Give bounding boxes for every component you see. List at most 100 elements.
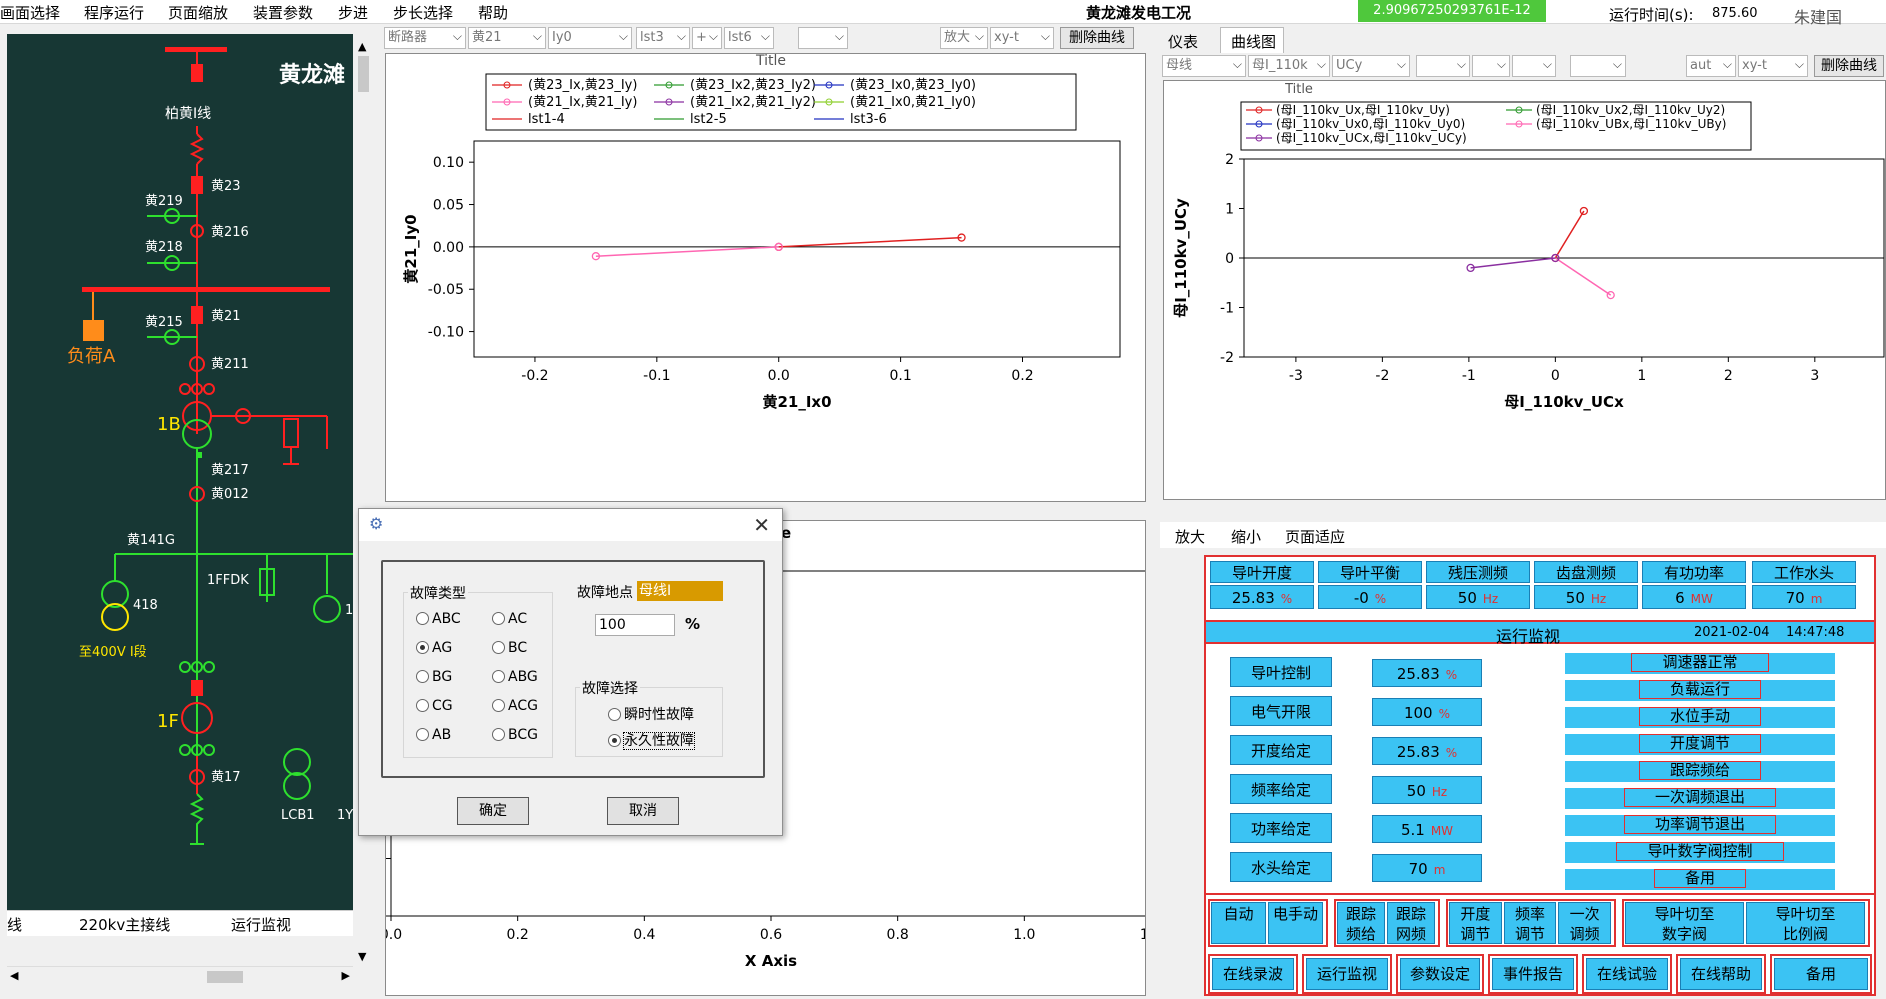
horizontal-scrollbar[interactable]: ◀ ▶ [7, 966, 353, 986]
control-0[interactable]: 导叶控制 [1230, 657, 1332, 687]
cancel-button[interactable]: 取消 [607, 797, 679, 825]
menu-step[interactable]: 步进 [338, 2, 368, 23]
tab-monitor[interactable]: 运行监视 [231, 914, 291, 935]
radio-choice-0[interactable]: 瞬时性故障 [608, 704, 694, 724]
radio-ac[interactable]: AC [492, 611, 527, 627]
radio-choice-1[interactable]: 永久性故障 [608, 730, 695, 750]
radio-circle-icon[interactable] [416, 670, 429, 683]
bottom-button-5[interactable]: 在线帮助 [1680, 958, 1762, 990]
chart1-zoom-combo[interactable]: 放大 [940, 27, 988, 49]
tab-220kv[interactable]: 220kv主接线 [79, 914, 170, 935]
radio-circle-icon[interactable] [492, 612, 505, 625]
chart1-signal-combo[interactable]: Iy0 [548, 27, 632, 49]
mode-button-8[interactable]: 导叶切至 比例阀 [1746, 902, 1865, 944]
radio-cg[interactable]: CG [416, 698, 453, 714]
bottom-button-6[interactable]: 备用 [1774, 958, 1868, 990]
fault-percent-input[interactable] [595, 614, 675, 636]
mode-button-0[interactable]: 自动 [1211, 902, 1266, 944]
radio-circle-icon[interactable] [416, 612, 429, 625]
mode-button-7[interactable]: 导叶切至 数字阀 [1625, 902, 1744, 944]
bottom-button-1[interactable]: 运行监视 [1306, 958, 1388, 990]
fit-page-button[interactable]: 页面适应 [1285, 526, 1345, 547]
radio-circle-icon[interactable] [492, 641, 505, 654]
radio-circle-icon[interactable] [492, 728, 505, 741]
radio-circle-icon[interactable] [608, 734, 621, 747]
bottom-button-3[interactable]: 事件报告 [1492, 958, 1574, 990]
radio-bc[interactable]: BC [492, 640, 527, 656]
breaker-top[interactable] [191, 64, 203, 82]
chart1-mode-combo[interactable]: xy-t [990, 27, 1054, 49]
control-5[interactable]: 水头给定 [1230, 852, 1332, 882]
control-value-1[interactable]: 100% [1372, 698, 1482, 726]
radio-circle-icon[interactable] [492, 699, 505, 712]
scroll-left-icon[interactable]: ◀ [10, 969, 18, 982]
control-1[interactable]: 电气开限 [1230, 696, 1332, 726]
scroll-up-icon[interactable]: ▲ [358, 40, 366, 53]
chart2-c7-combo[interactable] [1570, 55, 1626, 77]
mode-button-3[interactable]: 跟踪 网频 [1387, 902, 1435, 944]
chart1-op-combo[interactable]: + [692, 27, 722, 49]
menu-program-run[interactable]: 程序运行 [84, 2, 144, 23]
control-3[interactable]: 频率给定 [1230, 774, 1332, 804]
scroll-down-icon[interactable]: ▼ [358, 950, 366, 963]
control-value-3[interactable]: 50 Hz [1372, 776, 1482, 804]
menu-help[interactable]: 帮助 [478, 2, 508, 23]
tab-line[interactable]: 线 [7, 914, 22, 935]
chart2-mode2-combo[interactable]: xy-t [1738, 55, 1808, 77]
control-value-5[interactable]: 70 m [1372, 854, 1482, 882]
radio-ab[interactable]: AB [416, 727, 451, 743]
tab-meters[interactable]: 仪表 [1168, 31, 1198, 52]
bottom-button-2[interactable]: 参数设定 [1400, 958, 1480, 990]
radio-ag[interactable]: AG [416, 640, 452, 656]
control-2[interactable]: 开度给定 [1230, 735, 1332, 765]
chart2-c4-combo[interactable] [1416, 55, 1470, 77]
radio-circle-icon[interactable] [608, 708, 621, 721]
breaker-1f[interactable] [191, 680, 203, 696]
mode-button-5[interactable]: 频率 调节 [1503, 902, 1557, 944]
load-a[interactable] [83, 320, 104, 341]
radio-acg[interactable]: ACG [492, 698, 538, 714]
hscroll-thumb[interactable] [207, 971, 243, 983]
bottom-button-4[interactable]: 在线试验 [1586, 958, 1668, 990]
mode-button-2[interactable]: 跟踪 频给 [1337, 902, 1385, 944]
breaker-b23[interactable] [191, 176, 203, 194]
close-icon[interactable]: ✕ [753, 513, 770, 537]
bottom-button-0[interactable]: 在线录波 [1212, 958, 1294, 990]
mode-button-1[interactable]: 电手动 [1268, 902, 1323, 944]
chart2-type-combo[interactable]: 母线 [1162, 55, 1246, 77]
chart2-c5-combo[interactable] [1472, 55, 1510, 77]
mode-button-6[interactable]: 一次 调频 [1558, 902, 1611, 944]
chart1-device-combo[interactable]: 黄21 [468, 27, 546, 49]
fault-location-value[interactable]: 母线Ⅰ [637, 581, 723, 601]
chart2-delete-button[interactable]: 删除曲线 [1814, 55, 1884, 77]
chart2-signal-combo[interactable]: UCy [1332, 55, 1410, 77]
control-value-0[interactable]: 25.83% [1372, 659, 1482, 687]
radio-circle-icon[interactable] [416, 699, 429, 712]
control-value-2[interactable]: 25.83% [1372, 737, 1482, 765]
radio-bg[interactable]: BG [416, 669, 452, 685]
control-value-4[interactable]: 5.1 MW [1372, 815, 1482, 843]
chart2-c6-combo[interactable] [1512, 55, 1556, 77]
menu-screen-select[interactable]: 画面选择 [0, 2, 60, 23]
radio-circle-icon[interactable] [492, 670, 505, 683]
breaker-b21[interactable] [191, 306, 203, 324]
scroll-thumb[interactable] [358, 56, 369, 92]
radio-abg[interactable]: ABG [492, 669, 538, 685]
control-4[interactable]: 功率给定 [1230, 813, 1332, 843]
menu-device-params[interactable]: 装置参数 [253, 2, 313, 23]
chart1-list2-combo[interactable]: lst6 [724, 27, 774, 49]
chart2-device-combo[interactable]: 母Ⅰ_110k [1248, 55, 1330, 77]
menu-step-size[interactable]: 步长选择 [393, 2, 453, 23]
chart1-list-combo[interactable]: lst3 [636, 27, 690, 49]
chart1-type-combo[interactable]: 断路器 [384, 27, 466, 49]
tab-curves[interactable]: 曲线图 [1220, 27, 1284, 53]
scroll-right-icon[interactable]: ▶ [342, 969, 350, 982]
chart1-extra-combo[interactable] [798, 27, 848, 49]
radio-circle-icon[interactable] [416, 641, 429, 654]
mode-button-4[interactable]: 开度 调节 [1449, 902, 1502, 944]
zoom-out-button[interactable]: 缩小 [1231, 526, 1261, 547]
radio-bcg[interactable]: BCG [492, 727, 538, 743]
chart2-mode1-combo[interactable]: aut [1686, 55, 1736, 77]
radio-circle-icon[interactable] [416, 728, 429, 741]
radio-abc[interactable]: ABC [416, 611, 461, 627]
